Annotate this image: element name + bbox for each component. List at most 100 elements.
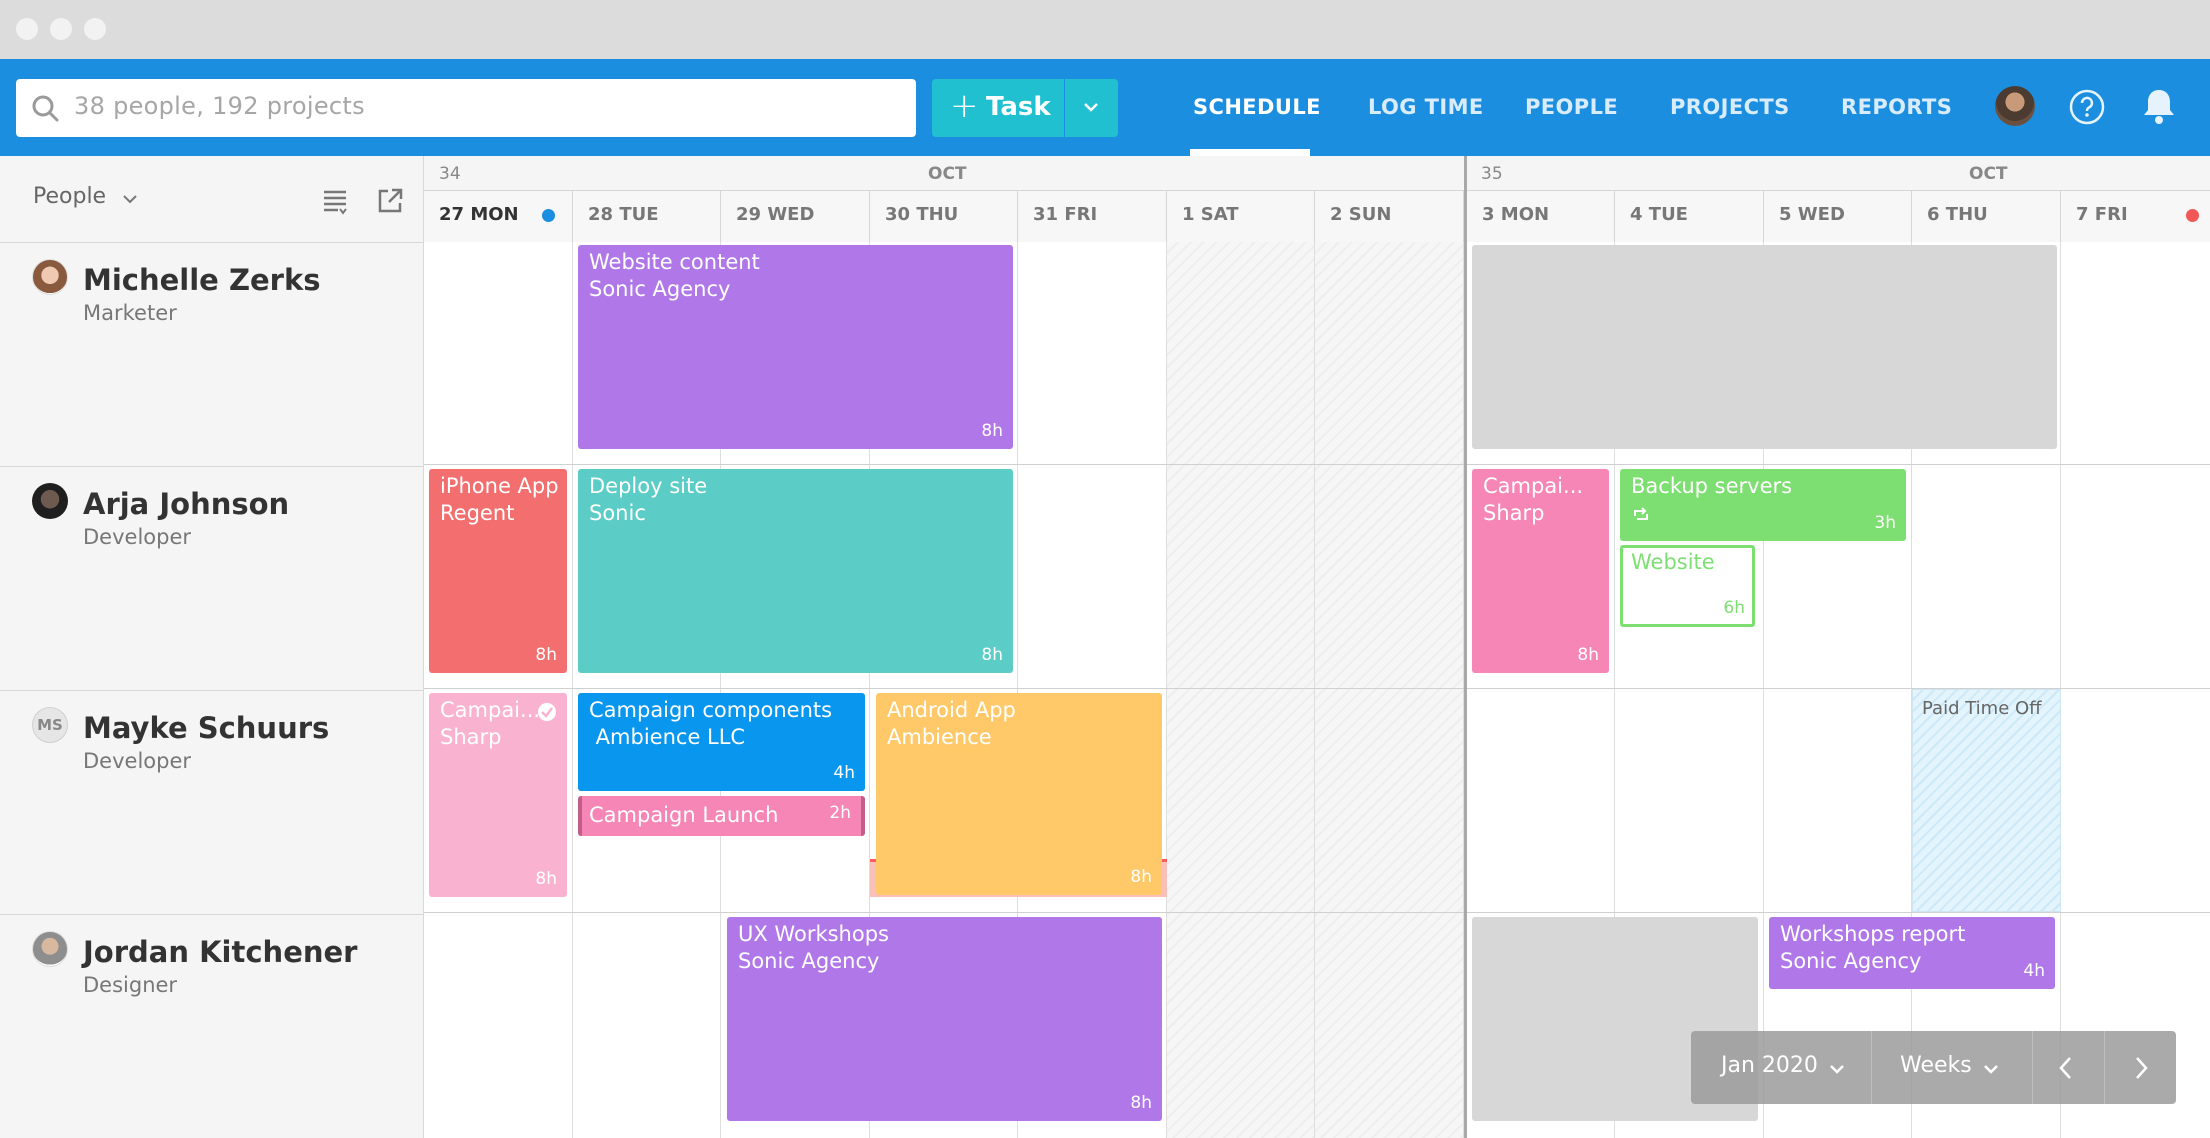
day-header[interactable]: 27 MON bbox=[424, 190, 573, 242]
text-label: iPhone App bbox=[440, 474, 559, 498]
text-label: 3h bbox=[1874, 513, 1896, 533]
task-block[interactable]: Campaign components Ambience LLC 4h bbox=[578, 693, 865, 791]
task-block-tentative[interactable]: Website 6h bbox=[1620, 545, 1755, 627]
text-label: Website bbox=[1631, 550, 1715, 574]
day-header[interactable]: 4 TUE bbox=[1615, 190, 1764, 242]
text-label: 8h bbox=[535, 645, 557, 665]
search-icon bbox=[32, 95, 59, 122]
week-divider bbox=[1464, 156, 1467, 1138]
window-close-button[interactable] bbox=[16, 18, 38, 40]
task-block-milestone[interactable]: Campaign Launch 2h bbox=[578, 796, 865, 836]
day-header[interactable]: 31 FRI bbox=[1018, 190, 1167, 242]
task-block[interactable]: Backup servers 3h bbox=[1620, 469, 1906, 541]
search-placeholder: 38 people, 192 projects bbox=[74, 92, 365, 120]
text-label: Sonic bbox=[589, 501, 646, 525]
tab-reports[interactable]: REPORTS bbox=[1841, 95, 1952, 119]
day-header[interactable]: 2 SUN bbox=[1315, 190, 1464, 242]
person-row-mayke-schuurs[interactable]: MS Mayke Schuurs Developer bbox=[0, 690, 424, 914]
day-header[interactable]: 7 FRI bbox=[2061, 190, 2210, 242]
day-header[interactable]: 30 THU bbox=[870, 190, 1018, 242]
weekend-column[interactable] bbox=[1167, 242, 1315, 1138]
avatar bbox=[32, 483, 68, 519]
avatar bbox=[32, 259, 68, 295]
chevron-down-icon bbox=[1984, 1065, 1998, 1074]
add-task-button[interactable]: + Task bbox=[932, 79, 1064, 137]
add-task-label: Task bbox=[986, 92, 1051, 122]
help-icon[interactable] bbox=[2068, 88, 2106, 126]
task-block[interactable]: Android App Ambience 8h bbox=[876, 693, 1162, 895]
day-header[interactable]: 28 TUE bbox=[573, 190, 721, 242]
tab-people[interactable]: PEOPLE bbox=[1525, 95, 1618, 119]
people-filter-dropdown[interactable]: People bbox=[33, 184, 137, 209]
next-button[interactable] bbox=[2105, 1031, 2176, 1104]
person-role: Developer bbox=[83, 749, 192, 773]
window-maximize-button[interactable] bbox=[84, 18, 106, 40]
user-avatar[interactable] bbox=[1995, 86, 2035, 126]
person-row-arja-johnson[interactable]: Arja Johnson Developer bbox=[0, 466, 424, 690]
text-label: 30 THU bbox=[885, 204, 959, 225]
text-label: Website content bbox=[589, 250, 760, 274]
add-task-dropdown-button[interactable] bbox=[1065, 79, 1118, 137]
previous-button[interactable] bbox=[2033, 1031, 2104, 1104]
list-view-icon[interactable] bbox=[322, 188, 350, 216]
day-header[interactable]: 1 SAT bbox=[1167, 190, 1315, 242]
text-label: 3 MON bbox=[1482, 204, 1550, 225]
avatar bbox=[32, 931, 68, 967]
row-divider bbox=[424, 912, 2210, 913]
search-input[interactable]: 38 people, 192 projects bbox=[16, 79, 916, 137]
text-label: Ambience LLC bbox=[589, 725, 746, 749]
text-label: 8h bbox=[535, 869, 557, 889]
text-label: Sharp bbox=[440, 725, 502, 749]
month-select[interactable]: Jan 2020 bbox=[1691, 1031, 1871, 1104]
text-label: 1 SAT bbox=[1182, 204, 1239, 225]
text-label: Deploy site bbox=[589, 474, 708, 498]
tab-log-time[interactable]: LOG TIME bbox=[1368, 95, 1484, 119]
today-dot bbox=[542, 209, 555, 222]
people-sidebar: People Michelle Zerks Marketer Arja John… bbox=[0, 156, 424, 1138]
person-row-michelle-zerks[interactable]: Michelle Zerks Marketer bbox=[0, 242, 424, 466]
task-block-completed[interactable]: Campai... Sharp 8h bbox=[429, 693, 567, 897]
text-label: 8h bbox=[981, 421, 1003, 441]
paid-time-off-block[interactable]: Paid Time Off bbox=[1912, 689, 2061, 912]
tab-projects[interactable]: PROJECTS bbox=[1670, 95, 1790, 119]
day-column[interactable] bbox=[424, 242, 573, 1138]
text-label: Weeks bbox=[1900, 1053, 1972, 1078]
week-number: 35 bbox=[1481, 164, 1503, 184]
task-block[interactable]: Website content Sonic Agency 8h bbox=[578, 245, 1013, 449]
person-row-jordan-kitchener[interactable]: Jordan Kitchener Designer bbox=[0, 914, 424, 1138]
text-label: 28 TUE bbox=[588, 204, 659, 225]
day-header[interactable]: 6 THU bbox=[1912, 190, 2061, 242]
text-label: 4h bbox=[833, 763, 855, 783]
day-column[interactable] bbox=[2061, 242, 2210, 1138]
weekend-column[interactable] bbox=[1315, 242, 1464, 1138]
person-name: Michelle Zerks bbox=[83, 263, 321, 297]
person-name: Jordan Kitchener bbox=[83, 935, 358, 969]
text-label: Ambience bbox=[887, 725, 992, 749]
text-label: 2 SUN bbox=[1330, 204, 1392, 225]
task-block[interactable]: iPhone App Regent 8h bbox=[429, 469, 567, 673]
task-block[interactable]: Campai... Sharp 8h bbox=[1472, 469, 1609, 673]
chevron-down-icon bbox=[1084, 103, 1098, 112]
chevron-down-icon bbox=[123, 195, 137, 204]
window-minimize-button[interactable] bbox=[50, 18, 72, 40]
day-header[interactable]: 3 MON bbox=[1467, 190, 1615, 242]
text-label: Android App bbox=[887, 698, 1016, 722]
task-block[interactable]: Deploy site Sonic 8h bbox=[578, 469, 1013, 673]
export-icon[interactable] bbox=[376, 187, 404, 215]
text-label: 27 MON bbox=[439, 204, 519, 225]
unavailable-block bbox=[1472, 245, 2057, 449]
view-select[interactable]: Weeks bbox=[1872, 1031, 2032, 1104]
text-label: 2h bbox=[829, 803, 851, 823]
calendar-header: 34 OCT 35 OCT 27 MON 28 TUE 29 WED 30 TH… bbox=[424, 156, 2210, 242]
day-header[interactable]: 29 WED bbox=[721, 190, 870, 242]
tab-schedule[interactable]: SCHEDULE bbox=[1193, 95, 1321, 119]
bell-icon[interactable] bbox=[2142, 87, 2176, 125]
day-header[interactable]: 5 WED bbox=[1764, 190, 1912, 242]
text-label: Workshops report bbox=[1780, 922, 1966, 946]
text-label: 8h bbox=[1577, 645, 1599, 665]
window-titlebar bbox=[0, 0, 2210, 59]
text-label: UX Workshops bbox=[738, 922, 889, 946]
text-label: 8h bbox=[1130, 867, 1152, 887]
task-block[interactable]: Workshops report Sonic Agency 4h bbox=[1769, 917, 2055, 989]
task-block[interactable]: UX Workshops Sonic Agency 8h bbox=[727, 917, 1162, 1121]
